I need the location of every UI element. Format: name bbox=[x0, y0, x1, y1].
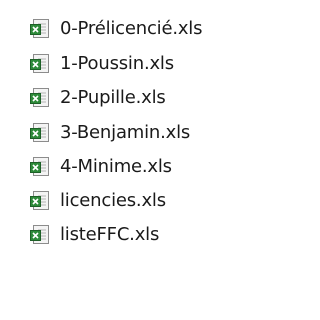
file-item-listeffc[interactable]: listeFFC.xls bbox=[30, 218, 159, 252]
file-name: 1-Poussin.xls bbox=[60, 53, 174, 74]
file-list: 0-Prélicencié.xls 1-Poussin.xls 2-Pupill… bbox=[0, 0, 268, 320]
file-item-2-pupille[interactable]: 2-Pupille.xls bbox=[30, 81, 166, 115]
excel-file-icon bbox=[30, 191, 50, 211]
file-name: 3-Benjamin.xls bbox=[60, 122, 191, 143]
excel-file-icon bbox=[30, 54, 50, 74]
file-item-0-prelicencie[interactable]: 0-Prélicencié.xls bbox=[30, 12, 202, 46]
file-item-licencies[interactable]: licencies.xls bbox=[30, 184, 166, 218]
file-name: 4-Minime.xls bbox=[60, 156, 172, 177]
excel-file-icon bbox=[30, 225, 50, 245]
excel-file-icon bbox=[30, 157, 50, 177]
excel-file-icon bbox=[30, 19, 50, 39]
file-item-3-benjamin[interactable]: 3-Benjamin.xls bbox=[30, 116, 190, 150]
file-item-4-minime[interactable]: 4-Minime.xls bbox=[30, 150, 172, 184]
file-item-1-poussin[interactable]: 1-Poussin.xls bbox=[30, 47, 174, 81]
excel-file-icon bbox=[30, 123, 50, 143]
file-name: 0-Prélicencié.xls bbox=[60, 18, 203, 39]
file-name: licencies.xls bbox=[60, 190, 166, 211]
file-name: 2-Pupille.xls bbox=[60, 87, 166, 108]
file-name: listeFFC.xls bbox=[60, 224, 160, 245]
excel-file-icon bbox=[30, 88, 50, 108]
